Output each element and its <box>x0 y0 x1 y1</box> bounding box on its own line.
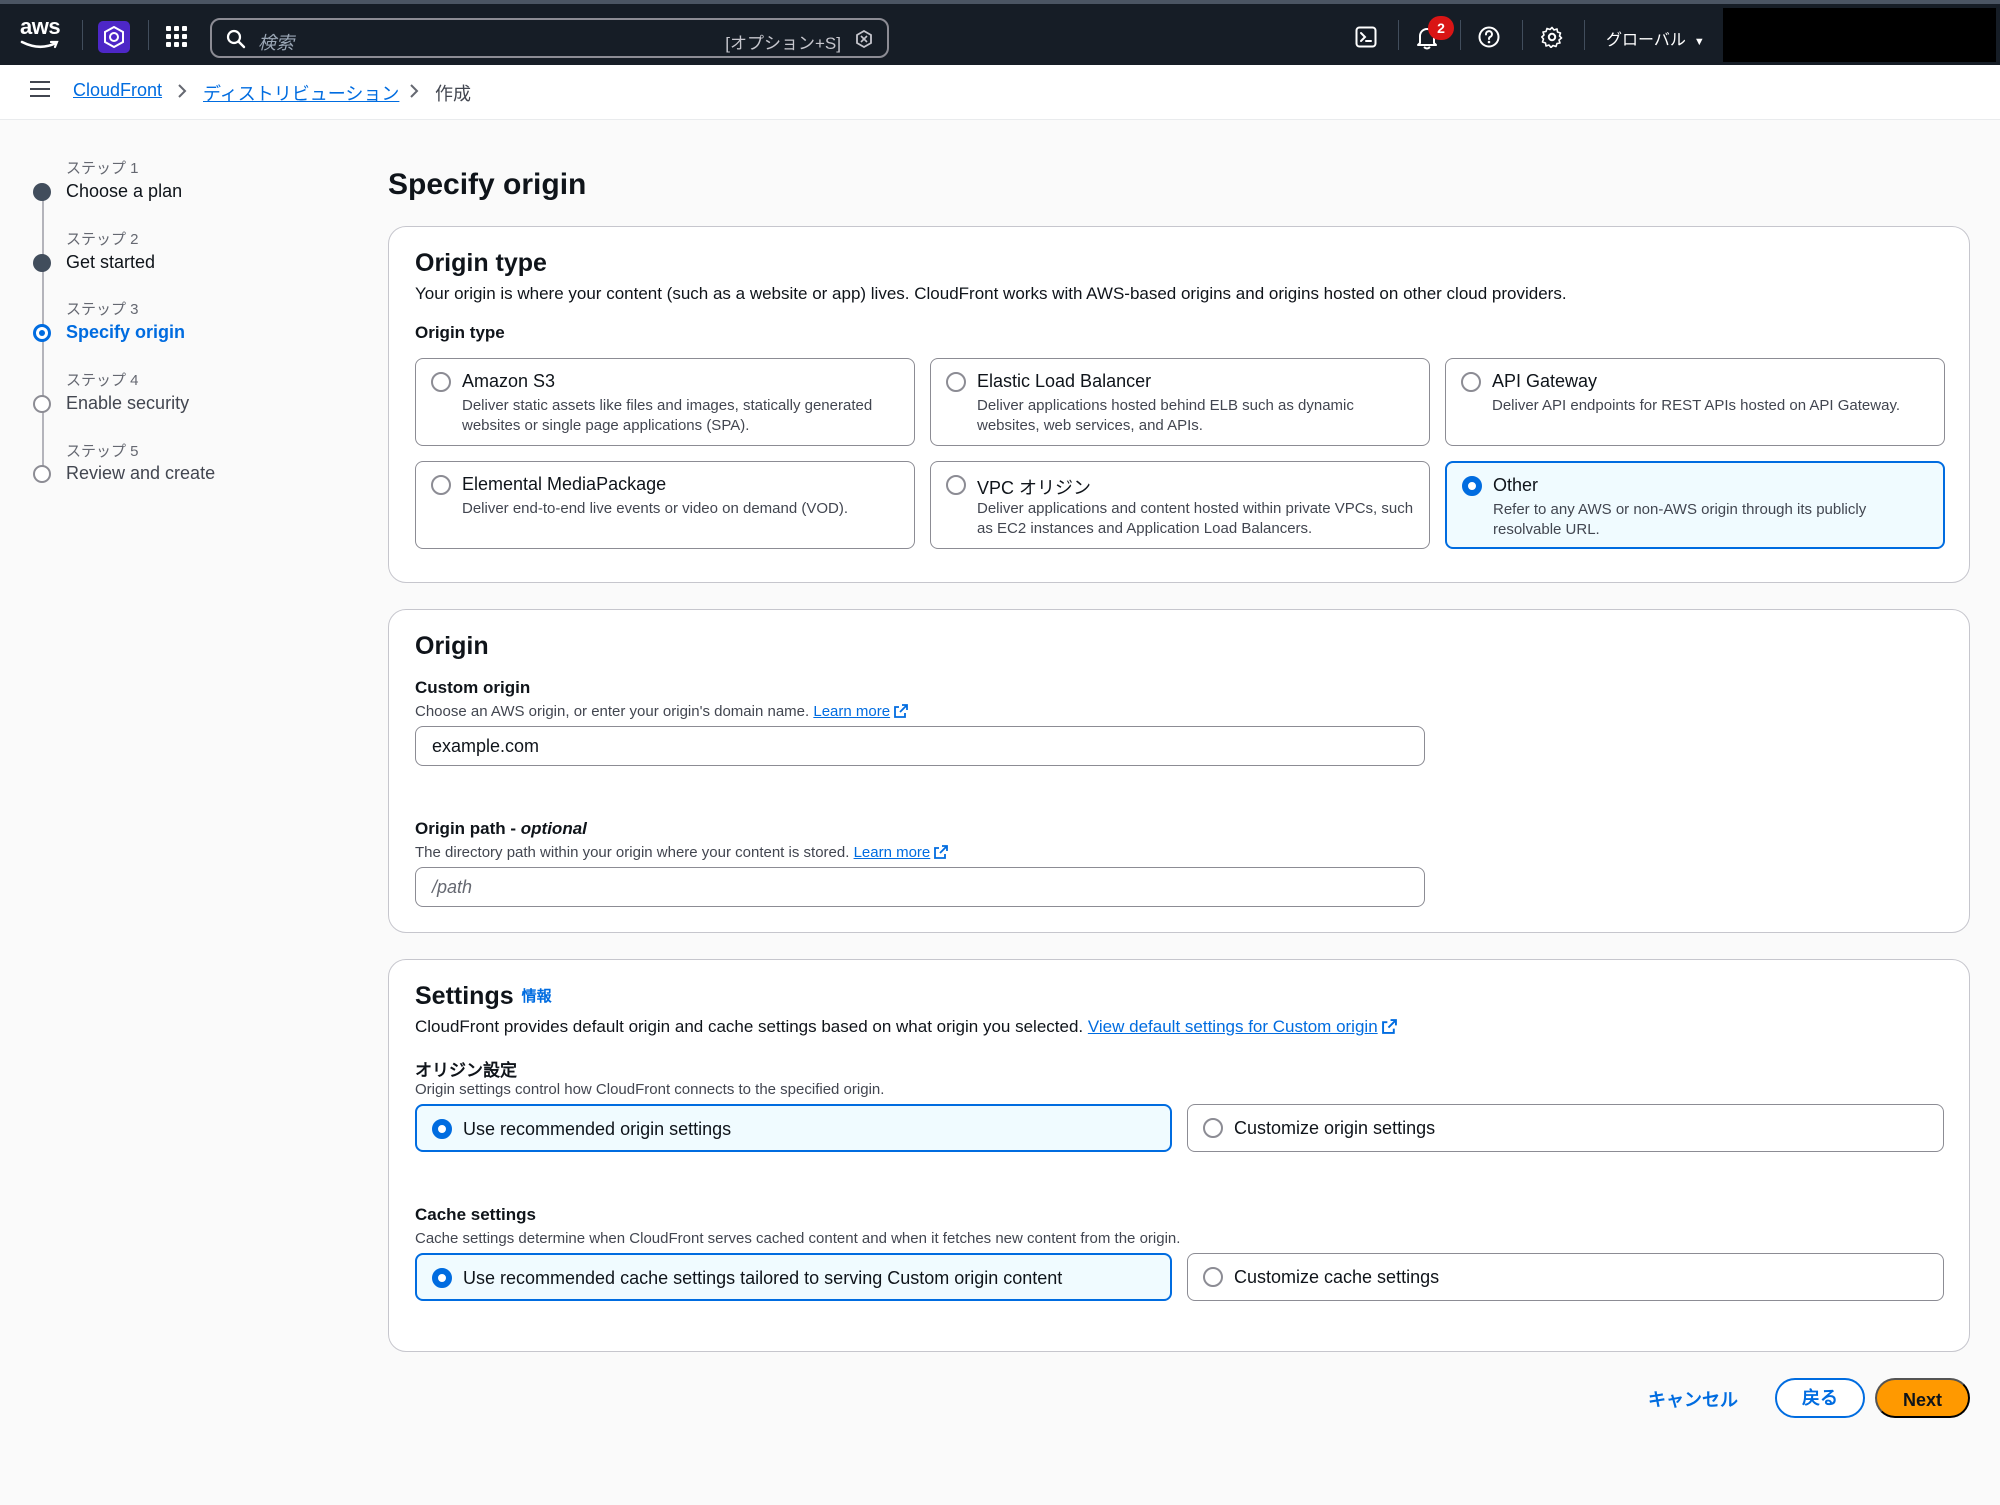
section-description: Your origin is where your content (such … <box>415 284 1567 303</box>
cloudshell-icon[interactable] <box>1355 26 1377 48</box>
step-status-icon <box>33 395 51 413</box>
radio-button-selected[interactable] <box>432 1119 452 1139</box>
section-heading: Origin type <box>415 249 547 277</box>
step-number: ステップ 4 <box>66 372 139 389</box>
field-label: Cache settings <box>415 1205 536 1224</box>
breadcrumb-cloudfront[interactable]: CloudFront <box>73 80 162 101</box>
search-placeholder: 検索 <box>258 33 294 53</box>
cache-settings-recommended[interactable]: Use recommended cache settings tailored … <box>415 1253 1172 1301</box>
step-number: ステップ 1 <box>66 160 139 177</box>
divider <box>148 20 149 50</box>
field-label: オリジン設定 <box>415 1061 517 1080</box>
cloudfront-service-icon[interactable] <box>98 21 130 53</box>
radio-button[interactable] <box>431 475 451 495</box>
radio-button[interactable] <box>1203 1267 1223 1287</box>
learn-more-link[interactable]: Learn more <box>813 703 890 720</box>
step-label: Enable security <box>66 393 190 413</box>
next-button[interactable]: Next <box>1875 1378 1970 1418</box>
back-button[interactable]: 戻る <box>1775 1378 1865 1418</box>
origin-panel: Origin Custom origin Choose an AWS origi… <box>388 609 1970 933</box>
external-link-icon <box>894 704 908 718</box>
search-input[interactable]: 検索 [オプション+S] <box>210 18 889 58</box>
menu-hamburger-icon[interactable] <box>30 81 50 97</box>
external-link-icon <box>934 845 949 859</box>
origin-settings-recommended[interactable]: Use recommended origin settings <box>415 1104 1172 1152</box>
breadcrumb-create: 作成 <box>435 84 471 104</box>
section-heading: Settings 情報 <box>415 982 552 1010</box>
page-title: Specify origin <box>388 168 587 201</box>
radio-button[interactable] <box>1461 372 1481 392</box>
field-description: Cache settings determine when CloudFront… <box>415 1230 1181 1247</box>
app-grid-icon[interactable] <box>166 26 188 48</box>
origin-option-vpc[interactable]: VPC オリジン Deliver applications and conten… <box>930 461 1430 549</box>
help-icon[interactable] <box>1478 26 1500 48</box>
info-link[interactable]: 情報 <box>522 988 552 1005</box>
section-heading: Origin <box>415 632 489 660</box>
divider <box>1584 20 1585 50</box>
step-label[interactable]: Get started <box>66 252 155 273</box>
divider <box>1460 20 1461 50</box>
shortcut-icon <box>856 30 872 48</box>
chevron-right-icon <box>410 84 419 98</box>
step-connector <box>42 412 44 469</box>
origin-settings-customize[interactable]: Customize origin settings <box>1187 1104 1944 1152</box>
custom-origin-input[interactable]: example.com <box>415 726 1425 766</box>
radio-button-selected[interactable] <box>432 1268 452 1288</box>
step-status-icon <box>33 465 51 483</box>
origin-option-api-gateway[interactable]: API Gateway Deliver API endpoints for RE… <box>1445 358 1945 446</box>
step-number: ステップ 2 <box>66 231 139 248</box>
region-selector[interactable]: グローバル ▼ <box>1606 26 1705 50</box>
step-label: Specify origin <box>66 322 186 342</box>
step-connector <box>42 341 44 399</box>
breadcrumb-bar: CloudFront ディストリビューション 作成 <box>0 65 2000 120</box>
step-label: Review and create <box>66 463 216 483</box>
account-menu-redacted[interactable] <box>1723 8 1996 62</box>
caret-down-icon: ▼ <box>1693 36 1705 48</box>
field-label: Origin path - optional <box>415 819 587 838</box>
settings-gear-icon[interactable] <box>1541 26 1563 48</box>
divider <box>82 20 83 50</box>
step-connector <box>42 200 44 258</box>
step-status-icon <box>33 324 51 342</box>
divider <box>1522 20 1523 50</box>
step-label[interactable]: Choose a plan <box>66 181 182 202</box>
breadcrumb-distributions[interactable]: ディストリビューション <box>203 80 399 106</box>
radio-button[interactable] <box>946 475 966 495</box>
radio-button[interactable] <box>431 372 451 392</box>
radio-button[interactable] <box>1203 1118 1223 1138</box>
field-label: Origin type <box>415 323 505 342</box>
search-shortcut: [オプション+S] <box>725 34 841 53</box>
cancel-button[interactable]: キャンセル <box>1648 1386 1738 1412</box>
cache-settings-customize[interactable]: Customize cache settings <box>1187 1253 1944 1301</box>
notification-count-badge: 2 <box>1428 16 1454 40</box>
field-description: Choose an AWS origin, or enter your orig… <box>415 703 908 720</box>
search-icon <box>226 29 246 49</box>
origin-option-elb[interactable]: Elastic Load Balancer Deliver applicatio… <box>930 358 1430 446</box>
origin-option-mediapackage[interactable]: Elemental MediaPackage Deliver end-to-en… <box>415 461 915 549</box>
step-number: ステップ 5 <box>66 443 139 460</box>
divider <box>1398 20 1399 50</box>
chevron-right-icon <box>178 84 187 98</box>
top-navigation: aws 検索 [オプション+S] 2 グローバル ▼ <box>0 0 2000 65</box>
origin-option-amazon-s3[interactable]: Amazon S3 Deliver static assets like fil… <box>415 358 915 446</box>
step-connector <box>42 271 44 328</box>
step-status-icon <box>33 254 51 272</box>
view-default-settings-link[interactable]: View default settings for Custom origin <box>1088 1017 1378 1036</box>
aws-logo[interactable]: aws <box>20 16 64 52</box>
section-description: CloudFront provides default origin and c… <box>415 1017 1397 1037</box>
field-description: The directory path within your origin wh… <box>415 844 949 861</box>
origin-type-panel: Origin type Your origin is where your co… <box>388 226 1970 583</box>
radio-button[interactable] <box>946 372 966 392</box>
origin-path-input[interactable]: /path <box>415 867 1425 907</box>
origin-option-other[interactable]: Other Refer to any AWS or non-AWS origin… <box>1445 461 1945 549</box>
external-link-icon <box>1381 1019 1397 1034</box>
settings-panel: Settings 情報 CloudFront provides default o… <box>388 959 1970 1352</box>
step-number: ステップ 3 <box>66 301 139 318</box>
field-label: Custom origin <box>415 678 531 697</box>
field-description: Origin settings control how CloudFront c… <box>415 1081 885 1098</box>
step-status-icon <box>33 183 51 201</box>
learn-more-link[interactable]: Learn more <box>854 844 931 861</box>
radio-button-selected[interactable] <box>1462 476 1482 496</box>
